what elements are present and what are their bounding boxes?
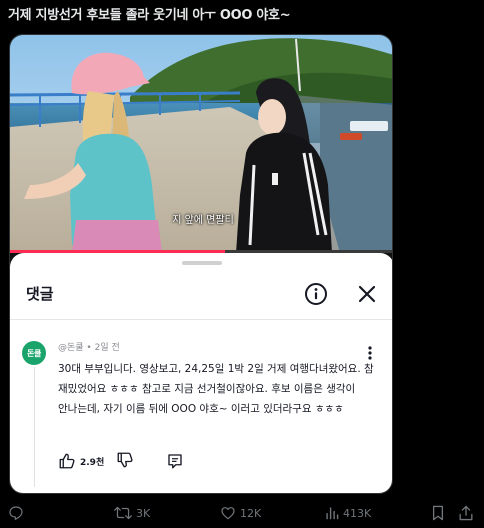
share-action[interactable]: [458, 502, 474, 524]
thumbs-up-icon: [59, 453, 75, 469]
video-subtitle: 지 앞에 면팔티: [172, 215, 234, 226]
sheet-title: 댓글: [26, 285, 54, 303]
retweet-count: 3K: [136, 506, 151, 520]
like-action[interactable]: 12K: [220, 502, 261, 524]
post-title: 거제 지방선거 후보들 졸라 웃기네 아ㅜ OOO 야호~: [8, 8, 291, 23]
close-button[interactable]: [356, 283, 378, 305]
sheet-drag-handle[interactable]: [182, 261, 222, 265]
close-icon: [358, 285, 376, 303]
comment-meta: @돈쿨 • 2일 전: [58, 343, 120, 353]
retweet-icon: [114, 506, 132, 520]
dislike-button[interactable]: [116, 451, 136, 471]
views-action[interactable]: 413K: [325, 502, 371, 524]
reply-button[interactable]: [166, 452, 186, 472]
avatar[interactable]: 돈쿨: [22, 341, 46, 365]
views-chart-icon: [326, 507, 339, 520]
thumbs-down-icon: [117, 452, 133, 468]
tweet-action-bar: 3K 12K 413K: [0, 502, 484, 524]
reply-icon: [9, 506, 23, 520]
video-frame[interactable]: 지 앞에 면팔티: [10, 35, 392, 253]
comment-body: 30대 부부입니다. 영상보고, 24,25일 1박 2일 거제 여행다녀왔어요…: [58, 363, 374, 415]
reply-action[interactable]: [8, 502, 24, 524]
comment-bubble-icon: [168, 454, 182, 469]
retweet-action[interactable]: 3K: [114, 502, 150, 524]
bookmark-icon: [432, 505, 444, 521]
heart-icon: [221, 507, 235, 520]
info-circle-icon: [305, 283, 327, 305]
media-card[interactable]: 지 앞에 면팔티 댓글 돈쿨 @돈쿨 • 2일 전 30대 부부입니다. 영상보…: [9, 34, 393, 494]
views-count: 413K: [343, 506, 372, 520]
like-action-count: 12K: [240, 506, 262, 520]
like-button[interactable]: 2.9천: [58, 451, 104, 471]
comments-sheet: 댓글 돈쿨 @돈쿨 • 2일 전 30대 부부입니다. 영상보고, 24,25일…: [10, 253, 392, 493]
thread-line: [34, 367, 35, 487]
like-count: 2.9천: [80, 457, 105, 468]
bookmark-action[interactable]: [431, 502, 445, 524]
info-button[interactable]: [304, 282, 328, 306]
sheet-divider: [10, 319, 392, 320]
share-icon: [459, 505, 473, 521]
